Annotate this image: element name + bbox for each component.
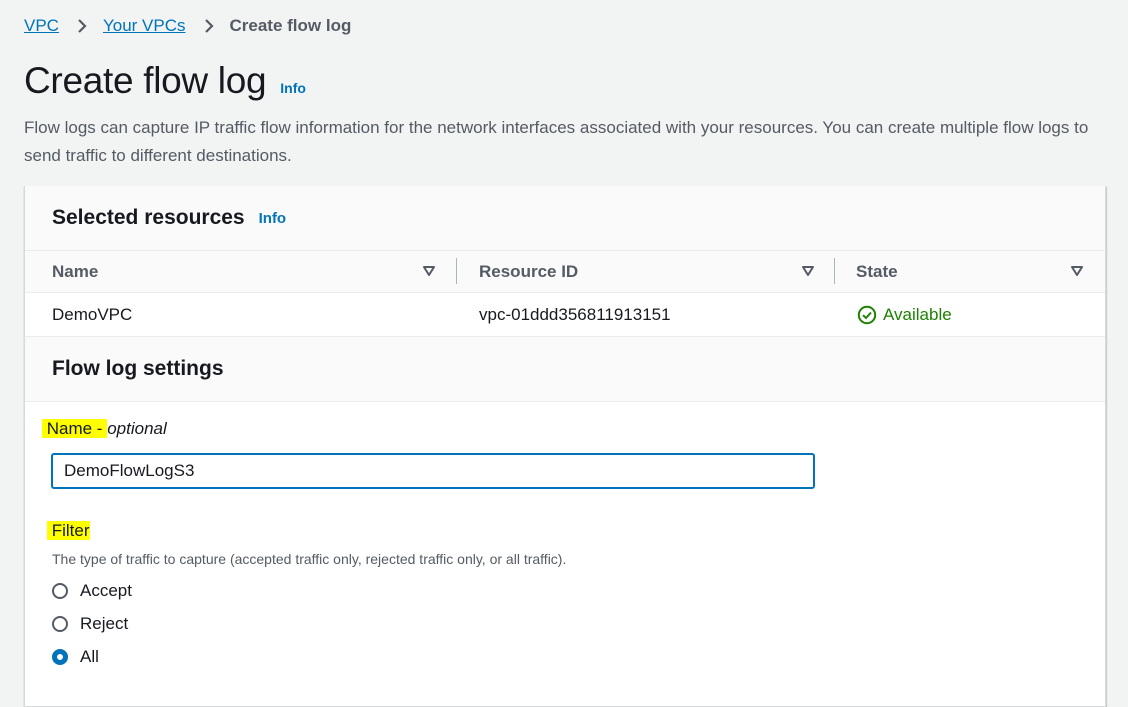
radio-circle-icon[interactable] [52,583,68,599]
name-field-label: Name - optional [42,419,167,439]
breadcrumb-your-vpcs-link[interactable]: Your VPCs [103,16,186,36]
table-row[interactable]: DemoVPC vpc-01ddd356811913151 Available [25,293,1105,337]
flow-log-settings-title: Flow log settings [52,357,224,380]
sort-caret-down-icon[interactable] [1070,264,1084,278]
name-label-highlighted: Name - [42,419,108,438]
filter-radio-accept-label: Accept [80,581,132,600]
name-input[interactable] [51,453,815,489]
selected-resources-header: Selected resources Info [25,186,1105,251]
filter-radio-reject[interactable]: Reject [52,614,128,634]
page-title: Create flow log [24,60,267,101]
selected-resources-title: Selected resources [52,206,245,229]
page-title-container: Create flow log Info [24,60,306,102]
status-text: Available [883,304,952,324]
column-header-state[interactable]: State [856,251,1096,292]
sort-caret-down-icon[interactable] [422,264,436,278]
breadcrumb-current: Create flow log [229,16,352,35]
cell-resource-id: vpc-01ddd356811913151 [479,304,671,324]
column-header-name[interactable]: Name [52,251,472,292]
column-divider[interactable] [834,258,835,284]
flow-log-settings-header: Flow log settings [25,337,1105,402]
status-badge: Available [857,305,952,325]
filter-radio-reject-label: Reject [80,614,129,633]
resources-table-header: Name Resource ID State [25,251,1105,293]
filter-label-highlighted: Filter [47,521,90,540]
cell-name: DemoVPC [52,304,133,324]
page-info-link[interactable]: Info [280,80,306,96]
column-header-resource-id-label: Resource ID [479,261,579,281]
create-flow-log-panel: Selected resources Info Name Resource ID… [24,186,1106,707]
filter-field-label: Filter [47,521,90,541]
breadcrumb-vpc-link[interactable]: VPC [24,16,59,36]
column-header-state-label: State [856,261,898,281]
check-circle-icon [857,305,877,324]
radio-selected-icon[interactable] [52,649,68,665]
filter-radio-all-label: All [80,647,99,666]
chevron-right-icon [67,14,97,38]
chevron-right-icon [194,14,224,38]
radio-circle-icon[interactable] [52,616,68,632]
filter-description: The type of traffic to capture (accepted… [52,551,567,567]
selected-resources-info-link[interactable]: Info [259,210,287,227]
page-description: Flow logs can capture IP traffic flow in… [24,118,1089,165]
column-header-name-label: Name [52,261,99,281]
column-divider[interactable] [456,258,457,284]
column-header-resource-id[interactable]: Resource ID [479,251,839,292]
name-optional-label: optional [107,419,167,438]
filter-radio-accept[interactable]: Accept [52,581,132,601]
breadcrumb: VPC Your VPCs Create flow log [24,14,351,38]
filter-radio-all[interactable]: All [52,647,99,667]
sort-caret-down-icon[interactable] [801,264,815,278]
cell-state: Available [857,293,952,336]
